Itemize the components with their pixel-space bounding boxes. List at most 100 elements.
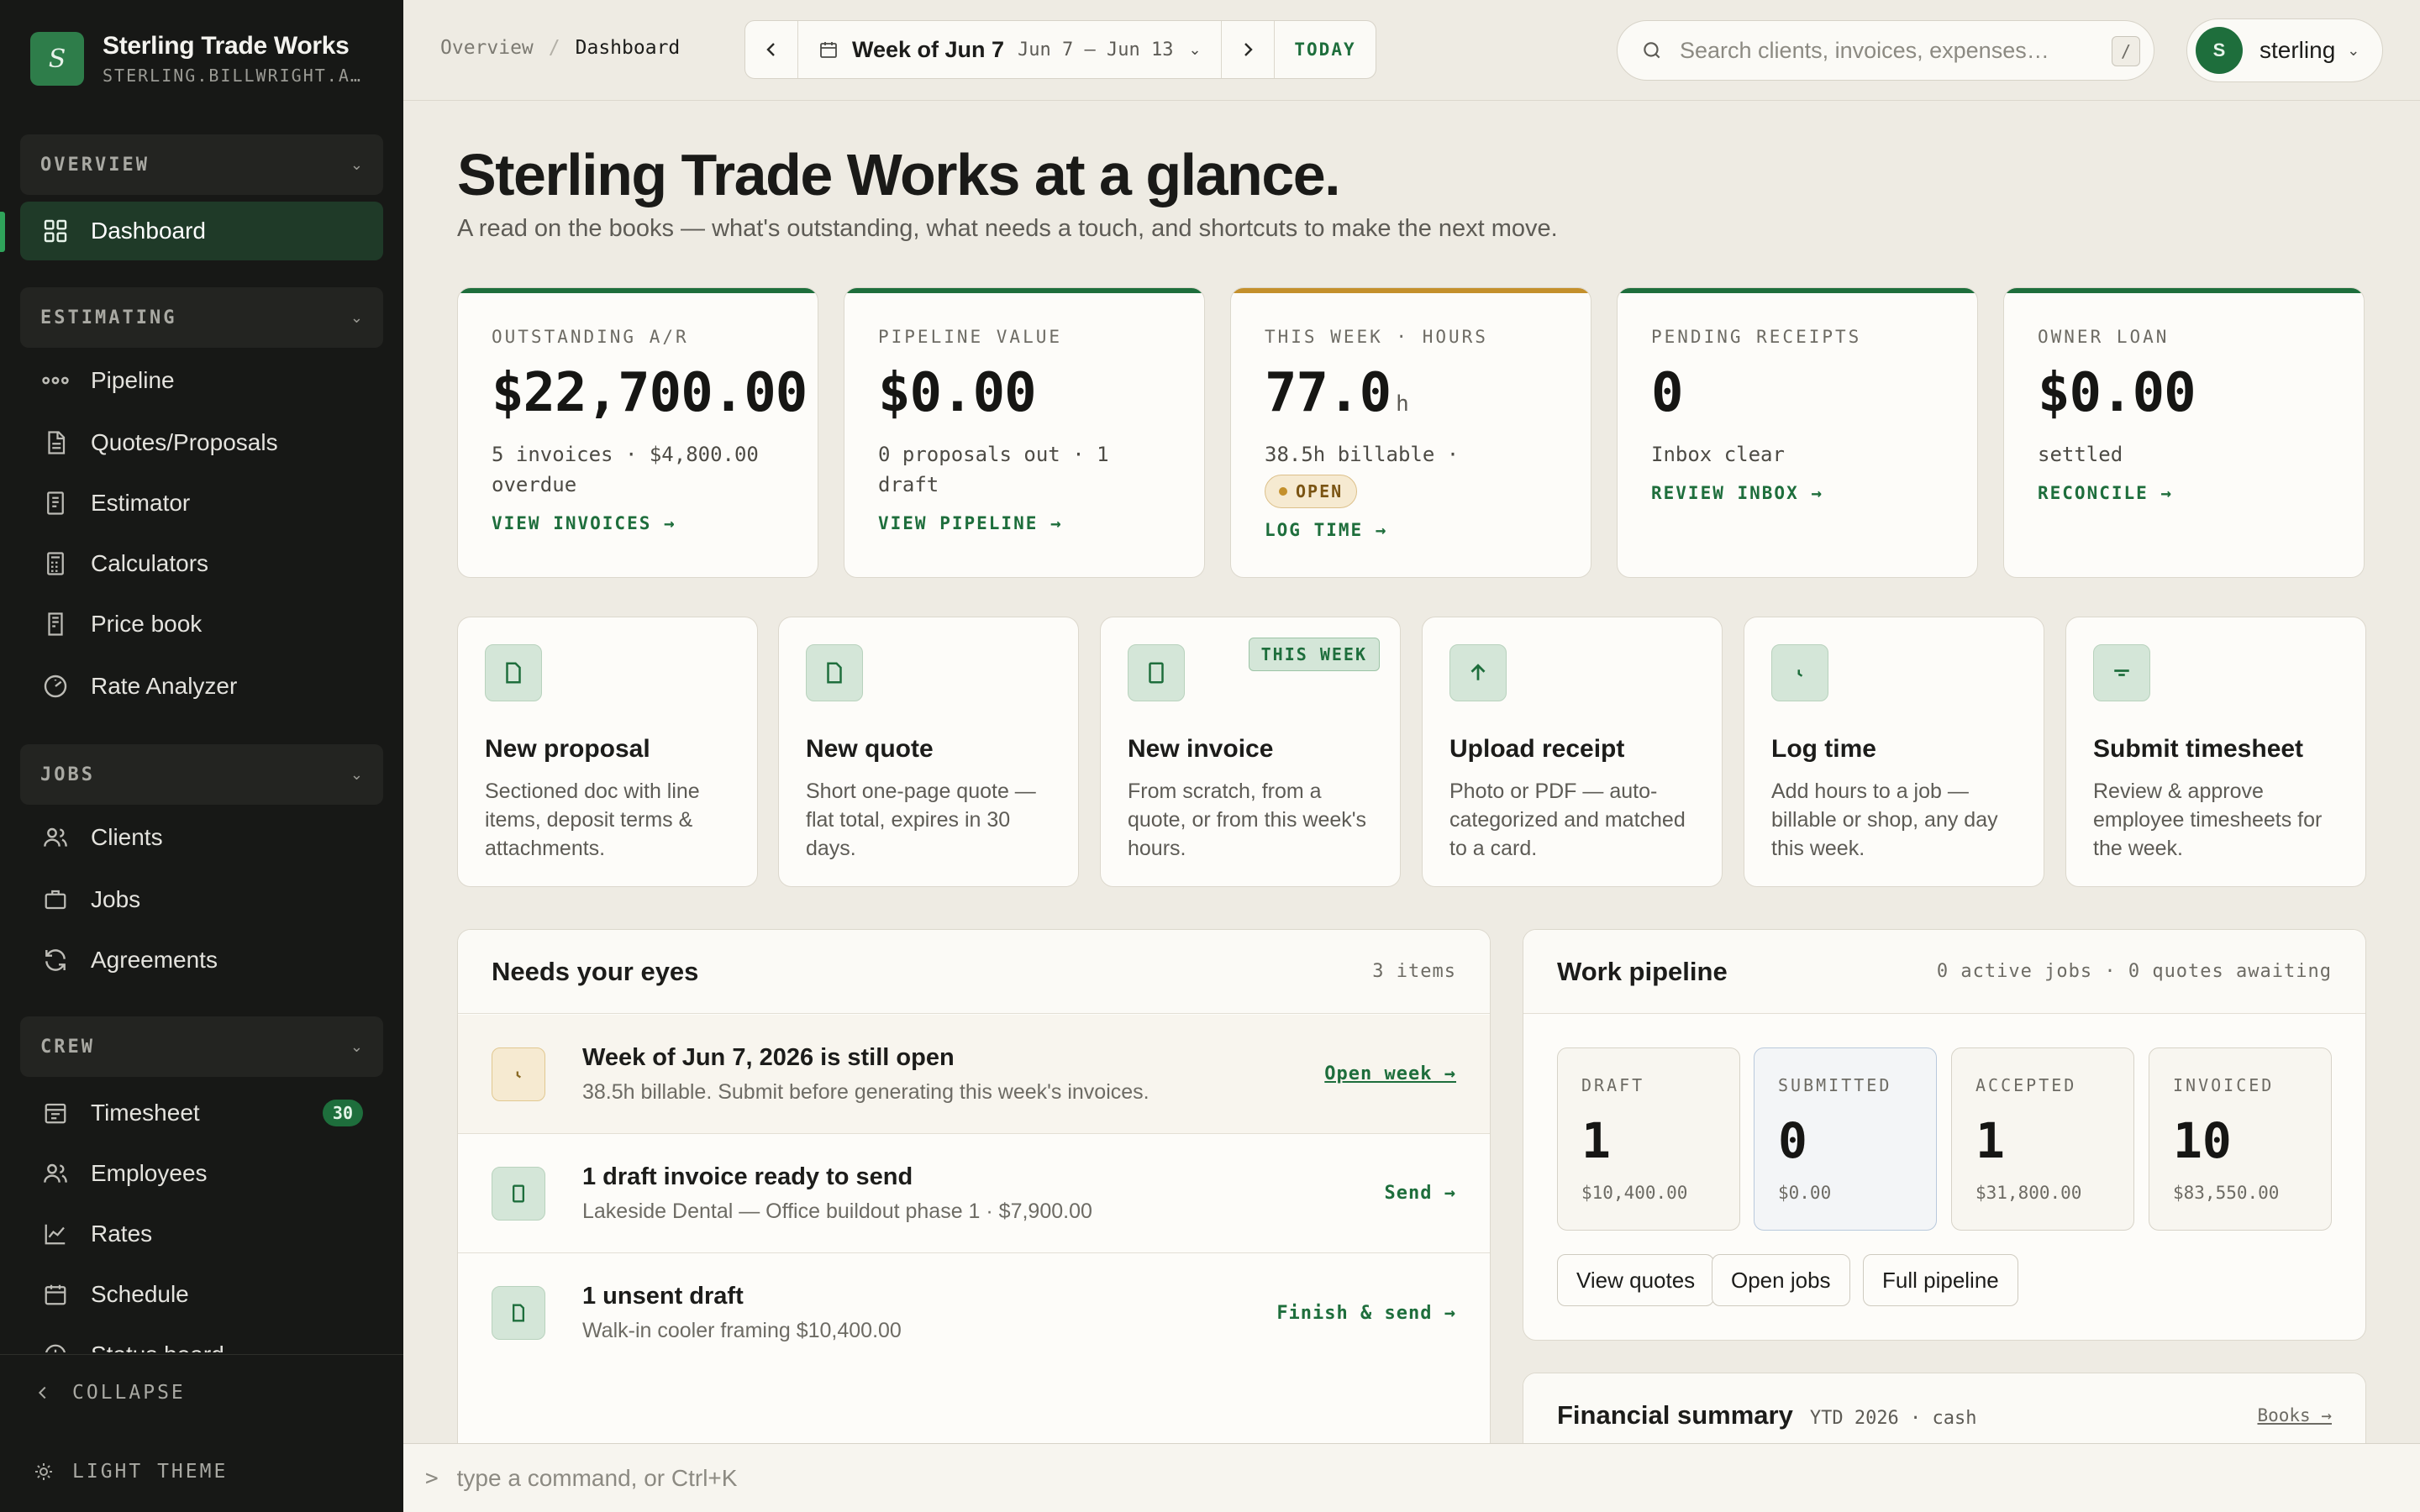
review-inbox-link[interactable]: REVIEW INBOX →: [1651, 483, 1823, 503]
item-subtitle: 38.5h billable. Submit before generating…: [582, 1079, 1150, 1104]
chevron-down-icon: ⌄: [350, 765, 363, 783]
section-crew[interactable]: CREW ⌄: [20, 1016, 383, 1077]
sidebar-item-employees[interactable]: Employees: [20, 1144, 383, 1203]
new-invoice-card[interactable]: THIS WEEK New invoice From scratch, from…: [1100, 617, 1401, 887]
section-overview[interactable]: OVERVIEW ⌄: [20, 134, 383, 195]
chart-line-icon: [40, 1219, 71, 1249]
stage-count: 0: [1778, 1112, 1807, 1169]
stage-accepted[interactable]: ACCEPTED 1 $31,800.00: [1951, 1047, 2134, 1231]
sidebar-item-rate-analyzer[interactable]: Rate Analyzer: [20, 657, 383, 716]
search-input[interactable]: [1680, 37, 2083, 64]
kpi-pipeline-value[interactable]: PIPELINE VALUE $0.00 0 proposals out · 1…: [844, 287, 1205, 578]
kpi-outstanding-ar[interactable]: OUTSTANDING A/R $22,700.00 5 invoices · …: [457, 287, 818, 578]
stage-draft[interactable]: DRAFT 1 $10,400.00: [1557, 1047, 1740, 1231]
sidebar-item-label: Calculators: [91, 550, 209, 576]
command-input[interactable]: [456, 1464, 1970, 1492]
section-label: CREW: [40, 1036, 95, 1058]
submit-timesheet-card[interactable]: Submit timesheet Review & approve employ…: [2065, 617, 2366, 887]
today-button[interactable]: TODAY: [1275, 39, 1376, 60]
sidebar-item-dashboard[interactable]: Dashboard: [20, 202, 383, 260]
view-pipeline-link[interactable]: VIEW PIPELINE →: [878, 513, 1063, 533]
log-time-card[interactable]: Log time Add hours to a job — billable o…: [1744, 617, 2044, 887]
book-icon: [40, 609, 71, 639]
kpi-value-number: 77.0: [1265, 362, 1392, 424]
brand-subtitle: STERLING.BILLWRIGHT.A…: [103, 66, 362, 86]
pipeline-meta: 0 active jobs · 0 quotes awaiting: [1936, 961, 2332, 982]
active-indicator: [0, 212, 5, 252]
kpi-accent: [844, 288, 1204, 293]
new-quote-card[interactable]: New quote Short one-page quote — flat to…: [778, 617, 1079, 887]
topbar: Overview / Dashboard Week of Jun 7 Jun 7…: [403, 0, 2420, 101]
filter-icon: [2093, 644, 2150, 701]
sidebar-item-agreements[interactable]: Agreements: [20, 931, 383, 990]
sidebar-item-clients[interactable]: Clients: [20, 808, 383, 867]
calendar-icon: [818, 39, 839, 60]
send-link[interactable]: Send →: [1385, 1183, 1456, 1204]
section-estimating[interactable]: ESTIMATING ⌄: [20, 287, 383, 348]
view-quotes-button[interactable]: View quotes: [1557, 1254, 1715, 1306]
collapse-button[interactable]: COLLAPSE: [34, 1382, 186, 1404]
stage-submitted[interactable]: SUBMITTED 0 $0.00: [1754, 1047, 1937, 1231]
kpi-accent: [1231, 288, 1591, 293]
list-item[interactable]: Week of Jun 7, 2026 is still open 38.5h …: [458, 1015, 1490, 1134]
stage-count: 10: [2173, 1112, 2232, 1169]
kpi-owner-loan[interactable]: OWNER LOAN $0.00 settled RECONCILE →: [2003, 287, 2365, 578]
list-item[interactable]: 1 draft invoice ready to send Lakeside D…: [458, 1134, 1490, 1253]
week-select[interactable]: Week of Jun 7 Jun 7 – Jun 13 ⌄: [798, 37, 1221, 63]
sidebar-item-status-board[interactable]: Status board: [20, 1326, 383, 1352]
user-menu[interactable]: S sterling ⌄: [2186, 18, 2383, 82]
chevron-right-icon: [1244, 43, 1253, 56]
sidebar-item-quotes[interactable]: Quotes/Proposals: [20, 413, 383, 472]
action-title: New quote: [806, 735, 934, 763]
view-invoices-link[interactable]: VIEW INVOICES →: [492, 513, 676, 533]
section-jobs[interactable]: JOBS ⌄: [20, 744, 383, 805]
section-label: OVERVIEW: [40, 154, 150, 176]
work-pipeline-panel: Work pipeline 0 active jobs · 0 quotes a…: [1523, 929, 2366, 1341]
list-item[interactable]: 1 unsent draft Walk-in cooler framing $1…: [458, 1253, 1490, 1373]
quick-actions: New proposal Sectioned doc with line ite…: [457, 617, 2366, 889]
open-jobs-button[interactable]: Open jobs: [1712, 1254, 1850, 1306]
kpi-note: 0 proposals out · 1 draft: [878, 443, 1109, 496]
stage-invoiced[interactable]: INVOICED 10 $83,550.00: [2149, 1047, 2332, 1231]
invoice-icon: [1128, 644, 1185, 701]
upload-receipt-card[interactable]: Upload receipt Photo or PDF — auto-categ…: [1422, 617, 1723, 887]
finish-and-send-link[interactable]: Finish & send →: [1276, 1303, 1456, 1324]
timesheet-count-badge: 30: [322, 1100, 363, 1126]
sidebar-item-price-book[interactable]: Price book: [20, 595, 383, 654]
kpi-accent: [1618, 288, 1977, 293]
new-proposal-card[interactable]: New proposal Sectioned doc with line ite…: [457, 617, 758, 887]
sidebar-item-calculators[interactable]: Calculators: [20, 534, 383, 593]
sidebar-item-jobs[interactable]: Jobs: [20, 870, 383, 929]
books-link[interactable]: Books →: [2257, 1405, 2332, 1425]
sidebar-item-pipeline[interactable]: Pipeline: [20, 351, 383, 410]
chevron-down-icon: ⌄: [350, 155, 363, 173]
panel-title: Financial summary: [1557, 1399, 1793, 1430]
breadcrumb-overview[interactable]: Overview: [440, 37, 534, 59]
kpi-pending-receipts[interactable]: PENDING RECEIPTS 0 Inbox clear REVIEW IN…: [1617, 287, 1978, 578]
kpi-value: $0.00: [878, 362, 1037, 424]
log-time-link[interactable]: LOG TIME →: [1265, 520, 1387, 540]
kpi-row: OUTSTANDING A/R $22,700.00 5 invoices · …: [457, 287, 2366, 580]
sidebar-item-schedule[interactable]: Schedule: [20, 1265, 383, 1324]
stage-label: INVOICED: [2173, 1075, 2275, 1095]
action-title: Log time: [1771, 735, 1876, 763]
reconcile-link[interactable]: RECONCILE →: [2038, 483, 2173, 503]
kpi-week-hours[interactable]: THIS WEEK · HOURS 77.0 h 38.5h billable ·…: [1230, 287, 1591, 578]
next-week-button[interactable]: [1222, 21, 1274, 78]
prev-week-button[interactable]: [745, 21, 797, 78]
item-subtitle: Walk-in cooler framing $10,400.00: [582, 1319, 902, 1342]
sidebar-item-timesheet[interactable]: Timesheet 30: [20, 1084, 383, 1142]
needs-your-eyes-panel: Needs your eyes 3 items Week of Jun 7, 2…: [457, 929, 1491, 1443]
breadcrumb-separator: /: [548, 37, 560, 59]
kpi-accent: [2004, 288, 2364, 293]
open-week-link[interactable]: Open week →: [1324, 1063, 1456, 1084]
breadcrumb-dashboard: Dashboard: [575, 37, 681, 59]
theme-toggle[interactable]: LIGHT THEME: [34, 1461, 228, 1483]
document-icon: [492, 1286, 545, 1340]
brand-name: Sterling Trade Works: [103, 32, 350, 60]
brand[interactable]: S Sterling Trade Works STERLING.BILLWRIG…: [30, 32, 362, 86]
invoice-icon: [492, 1166, 545, 1221]
sidebar-item-rates[interactable]: Rates: [20, 1205, 383, 1263]
sidebar-item-estimator[interactable]: Estimator: [20, 474, 383, 533]
full-pipeline-button[interactable]: Full pipeline: [1863, 1254, 2018, 1306]
